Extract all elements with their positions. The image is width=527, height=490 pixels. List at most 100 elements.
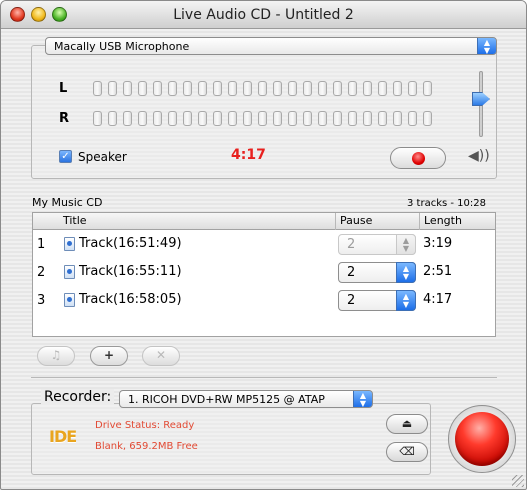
level-led (123, 111, 132, 126)
table-row[interactable]: 2 Track(16:55:11) 2 ▲ ▼ 2:51 (33, 260, 495, 286)
record-icon (412, 152, 425, 165)
level-led (108, 81, 117, 96)
eject-button[interactable]: ⏏ (386, 414, 428, 434)
left-channel-label: L (59, 81, 68, 96)
track-length: 2:51 (423, 264, 453, 279)
level-led (258, 111, 267, 126)
level-led (168, 111, 177, 126)
music-notes-icon: ♫ (50, 348, 62, 362)
pause-stepper[interactable]: 2 ▲ ▼ (338, 290, 416, 311)
level-led (393, 111, 402, 126)
elapsed-time: 4:17 (231, 147, 266, 163)
recorder-group (31, 403, 431, 475)
pause-stepper[interactable]: 2 ▲ ▼ (338, 262, 416, 283)
speaker-checkbox[interactable]: ✓ (59, 150, 72, 163)
track-title: Track(16:58:05) (79, 292, 182, 307)
popup-arrows-icon: ▲ ▼ (477, 38, 496, 54)
level-led (198, 111, 207, 126)
level-led (213, 111, 222, 126)
level-led (423, 81, 432, 96)
live-audio-cd-window: Live Audio CD - Untitled 2 Macally USB M… (0, 0, 527, 490)
level-led (108, 111, 117, 126)
record-button-icon (455, 412, 509, 466)
column-pause[interactable]: Pause (335, 213, 419, 230)
level-led (423, 111, 432, 126)
level-led (243, 81, 252, 96)
table-row[interactable]: 3 Track(16:58:05) 2 ▲ ▼ 4:17 (33, 288, 495, 314)
level-led (408, 111, 417, 126)
erase-button[interactable]: ⌫ (386, 442, 428, 462)
level-led (138, 81, 147, 96)
plus-icon: + (103, 348, 115, 362)
stepper-arrows-icon[interactable]: ▲ ▼ (396, 262, 416, 283)
level-led (333, 81, 342, 96)
level-led (288, 81, 297, 96)
level-led (93, 111, 102, 126)
pause-stepper: 2 ▲ ▼ (338, 234, 416, 255)
level-led (153, 111, 162, 126)
music-notes-button[interactable]: ♫ (37, 346, 75, 366)
level-led (333, 111, 342, 126)
column-length[interactable]: Length (419, 213, 497, 230)
level-led (228, 111, 237, 126)
right-level-meter (93, 111, 438, 126)
track-title: Track(16:55:11) (79, 264, 182, 279)
stepper-arrows-icon[interactable]: ▲ ▼ (396, 290, 416, 311)
recorder-label: Recorder: (41, 389, 115, 405)
resize-grip-icon[interactable] (512, 475, 524, 487)
pause-value: 2 (347, 293, 356, 308)
level-led (363, 111, 372, 126)
divider (31, 377, 497, 378)
audio-file-icon (64, 237, 75, 251)
level-led (363, 81, 372, 96)
eject-icon: ⏏ (401, 417, 413, 430)
disc-free-space: Blank, 659.2MB Free (95, 441, 198, 452)
level-led (183, 81, 192, 96)
track-title: Track(16:51:49) (79, 236, 182, 251)
level-led (318, 81, 327, 96)
level-led (243, 111, 252, 126)
speaker-label: Speaker (78, 150, 127, 164)
record-toggle-button[interactable] (390, 147, 446, 169)
level-led (168, 81, 177, 96)
level-led (378, 111, 387, 126)
track-table: Title Pause Length 1 Track(16:51:49) 2 ▲… (32, 212, 496, 337)
level-led (153, 81, 162, 96)
level-led (93, 81, 102, 96)
column-title[interactable]: Title (59, 213, 335, 230)
drive-status: Drive Status: Ready (95, 420, 195, 431)
recorder-device-popup[interactable]: 1. RICOH DVD+RW MP5125 @ ATAP ▲ ▼ (119, 390, 373, 408)
pause-value: 2 (347, 237, 356, 252)
popup-arrows-icon: ▲ ▼ (353, 391, 372, 407)
table-header: Title Pause Length (33, 213, 495, 230)
level-led (213, 81, 222, 96)
pause-value: 2 (347, 265, 356, 280)
add-track-button[interactable]: + (90, 346, 128, 366)
speaker-volume-icon[interactable]: ◀)) (468, 148, 490, 164)
cd-summary: 3 tracks - 10:28 (407, 198, 486, 209)
track-number: 1 (37, 237, 46, 252)
input-source-value: Macally USB Microphone (54, 40, 190, 53)
ide-badge: IDE (49, 427, 77, 446)
track-length: 4:17 (423, 292, 453, 307)
level-led (378, 81, 387, 96)
stepper-arrows-icon: ▲ ▼ (396, 234, 416, 255)
burn-record-button[interactable] (448, 405, 516, 473)
right-channel-label: R (59, 111, 70, 126)
track-length: 3:19 (423, 236, 453, 251)
level-led (273, 81, 282, 96)
remove-icon: ✕ (155, 348, 167, 362)
table-row[interactable]: 1 Track(16:51:49) 2 ▲ ▼ 3:19 (33, 232, 495, 258)
track-number: 3 (37, 293, 46, 308)
level-led (258, 81, 267, 96)
level-led (228, 81, 237, 96)
remove-track-button[interactable]: ✕ (142, 346, 180, 366)
window-title: Live Audio CD - Untitled 2 (173, 7, 354, 23)
level-led (348, 111, 357, 126)
title-bar: Live Audio CD - Untitled 2 (1, 1, 526, 29)
audio-file-icon (64, 293, 75, 307)
level-led (318, 111, 327, 126)
level-led (303, 81, 312, 96)
input-source-popup[interactable]: Macally USB Microphone ▲ ▼ (45, 37, 497, 55)
level-led (198, 81, 207, 96)
